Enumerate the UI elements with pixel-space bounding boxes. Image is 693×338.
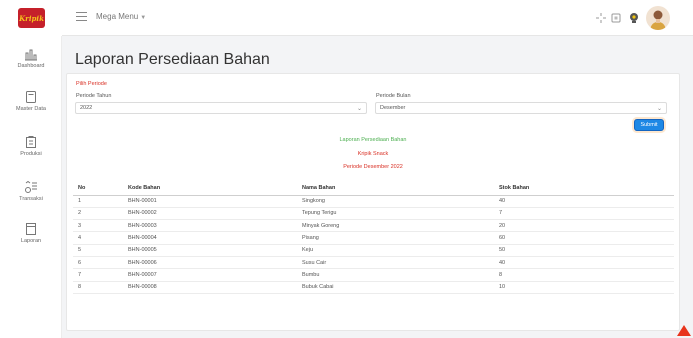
cell-kode-bahan: BHN-00008 bbox=[123, 281, 297, 294]
cell-nama-bahan: Minyak Goreng bbox=[297, 219, 494, 233]
sidebar-item-label: Dashboard bbox=[17, 63, 45, 69]
cell-kode-bahan: BHN-00002 bbox=[123, 207, 297, 221]
sidebar-item-produksi[interactable]: Produksi bbox=[0, 135, 62, 157]
sidebar-item-transaksi[interactable]: Transaksi bbox=[0, 180, 62, 202]
document-icon bbox=[26, 91, 36, 103]
sidebar-item-label: Laporan bbox=[20, 238, 42, 244]
chevron-down-icon: ⌄ bbox=[356, 106, 362, 112]
sidebar: Dashboard Master Data Produksi Transaksi… bbox=[0, 36, 62, 338]
table-row: 3 BHN-00003 Minyak Goreng 20 bbox=[73, 219, 674, 233]
mega-menu-label: Mega Menu bbox=[96, 12, 139, 21]
report-title: Laporan Persediaan Bahan bbox=[339, 137, 407, 143]
cell-stok-bahan: 50 bbox=[494, 244, 674, 257]
page-title: Laporan Persediaan Bahan bbox=[75, 51, 270, 68]
table-header-row: No Kode Bahan Nama Bahan Stok Bahan bbox=[73, 181, 674, 196]
cell-kode-bahan: BHN-00001 bbox=[123, 195, 297, 208]
table-row: 7 BHN-00007 Bumbu 8 bbox=[73, 268, 674, 282]
table-row: 2 BHN-00002 Tepung Terigu 7 bbox=[73, 207, 674, 221]
cell-nama-bahan: Singkong bbox=[297, 195, 494, 208]
report-icon bbox=[26, 223, 36, 235]
cell-nama-bahan: Bumbu bbox=[297, 268, 494, 282]
month-select-value: Desember bbox=[380, 105, 406, 111]
cell-kode-bahan: BHN-00003 bbox=[123, 219, 297, 233]
hamburger-menu-icon[interactable] bbox=[76, 12, 87, 21]
cell-nama-bahan: Pisang bbox=[297, 231, 494, 245]
report-period: Periode Desember 2022 bbox=[343, 164, 403, 170]
top-navbar: Kripik Mega Menu ▼ bbox=[0, 0, 693, 36]
sidebar-item-label: Master Data bbox=[16, 106, 46, 112]
user-avatar[interactable] bbox=[646, 6, 670, 30]
cell-kode-bahan: BHN-00004 bbox=[123, 231, 297, 245]
cell-kode-bahan: BHN-00006 bbox=[123, 256, 297, 270]
cell-nama-bahan: Susu Cair bbox=[297, 256, 494, 270]
cell-stok-bahan: 7 bbox=[494, 207, 674, 221]
cell-nama-bahan: Tepung Terigu bbox=[297, 207, 494, 221]
fullscreen-icon[interactable] bbox=[609, 11, 623, 25]
expand-icon[interactable] bbox=[594, 11, 608, 25]
cell-no: 2 bbox=[73, 207, 123, 221]
transaction-icon bbox=[25, 180, 37, 193]
cell-no: 6 bbox=[73, 256, 123, 270]
cell-kode-bahan: BHN-00007 bbox=[123, 268, 297, 282]
cell-stok-bahan: 40 bbox=[494, 195, 674, 208]
submit-button[interactable]: Submit bbox=[634, 119, 664, 131]
month-select[interactable]: Desember ⌄ bbox=[375, 102, 667, 114]
cell-stok-bahan: 10 bbox=[494, 281, 674, 294]
month-field-label: Periode Bulan bbox=[376, 93, 411, 99]
chevron-down-icon: ▼ bbox=[140, 15, 147, 21]
cell-no: 8 bbox=[73, 281, 123, 294]
table-row: 1 BHN-00001 Singkong 40 bbox=[73, 195, 674, 208]
table-row: 4 BHN-00004 Pisang 60 bbox=[73, 231, 674, 245]
column-header-kode: Kode Bahan bbox=[123, 181, 297, 196]
sidebar-item-laporan[interactable]: Laporan bbox=[0, 222, 62, 244]
year-select-value: 2022 bbox=[80, 105, 93, 111]
cell-no: 1 bbox=[73, 195, 123, 208]
notification-icon[interactable] bbox=[627, 11, 641, 25]
table-row: 5 BHN-00005 Keju 50 bbox=[73, 244, 674, 257]
sidebar-item-label: Transaksi bbox=[19, 196, 43, 202]
sidebar-item-dashboard[interactable]: Dashboard bbox=[0, 47, 62, 69]
chart-icon bbox=[25, 49, 37, 61]
filter-section-label: Pilih Periode bbox=[76, 81, 107, 87]
cell-stok-bahan: 60 bbox=[494, 231, 674, 245]
cell-stok-bahan: 8 bbox=[494, 268, 674, 282]
cell-no: 5 bbox=[73, 244, 123, 257]
cell-stok-bahan: 40 bbox=[494, 256, 674, 270]
cell-kode-bahan: BHN-00005 bbox=[123, 244, 297, 257]
year-field-label: Periode Tahun bbox=[76, 93, 112, 99]
cell-nama-bahan: Bubuk Cabai bbox=[297, 281, 494, 294]
scroll-to-top-icon[interactable] bbox=[677, 325, 691, 336]
cell-no: 7 bbox=[73, 268, 123, 282]
factory-icon bbox=[26, 136, 36, 148]
logo-badge: Kripik bbox=[18, 8, 45, 28]
table-row: 6 BHN-00006 Susu Cair 40 bbox=[73, 256, 674, 270]
column-header-stok: Stok Bahan bbox=[494, 181, 674, 196]
cell-no: 3 bbox=[73, 219, 123, 233]
cell-stok-bahan: 20 bbox=[494, 219, 674, 233]
report-subtitle: Kripik Snack bbox=[357, 151, 389, 157]
mega-menu-dropdown[interactable]: Mega Menu ▼ bbox=[96, 12, 146, 21]
column-header-nama: Nama Bahan bbox=[297, 181, 494, 196]
sidebar-item-master-data[interactable]: Master Data bbox=[0, 90, 62, 112]
logo-text: Kripik bbox=[19, 13, 44, 23]
cell-nama-bahan: Keju bbox=[297, 244, 494, 257]
table-row: 8 BHN-00008 Bubuk Cabai 10 bbox=[73, 281, 674, 294]
cell-no: 4 bbox=[73, 231, 123, 245]
year-select[interactable]: 2022 ⌄ bbox=[75, 102, 367, 114]
sidebar-item-label: Produksi bbox=[20, 151, 42, 157]
column-header-no: No bbox=[73, 181, 123, 196]
inventory-table: No Kode Bahan Nama Bahan Stok Bahan 1 BHN… bbox=[73, 181, 674, 294]
brand-logo[interactable]: Kripik bbox=[0, 0, 62, 36]
chevron-down-icon: ⌄ bbox=[656, 106, 662, 112]
